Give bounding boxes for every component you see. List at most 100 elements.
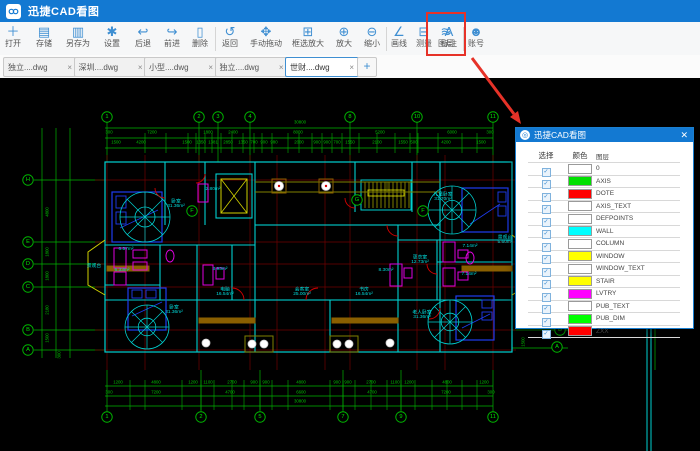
room-label: 景观台5.60m² xyxy=(498,235,513,245)
toolbar-button-back[interactable]: ↩后退 xyxy=(135,24,151,48)
grid-bubble-4: 4 xyxy=(244,111,255,122)
layer-name: LVTRY xyxy=(596,290,680,297)
dimension-text: 1100 xyxy=(390,381,399,385)
grid-bubble-F: F xyxy=(186,205,197,216)
layer-name: DEFPOINTS xyxy=(596,215,680,222)
dimension-text: 980 xyxy=(270,141,277,145)
grid-bubble-F: F xyxy=(417,205,428,216)
dimension-text: 1800 xyxy=(203,131,213,135)
column-layer: 图层 xyxy=(596,151,680,161)
dimension-text: 1800 xyxy=(46,247,50,257)
add-tab-button[interactable]: + xyxy=(357,57,377,77)
dimension-text: 7200 xyxy=(147,131,157,135)
dimension-text: 4200 xyxy=(136,141,146,145)
tab-5[interactable]: 世财....dwg× xyxy=(285,57,359,77)
layers-panel: ◎ 迅捷CAD看图 ✕ 选择 颜色 图层 ✓0✓AXIS✓DOTE✓AXIS_T… xyxy=(515,127,694,329)
dimension-text: 1350 xyxy=(196,141,206,145)
room-label: 7.14m² xyxy=(462,272,477,277)
dimension-text: 4700 xyxy=(367,391,377,395)
toolbar-button-forward[interactable]: ↪前进 xyxy=(164,24,180,48)
dimension-text: 2000 xyxy=(294,141,304,145)
toolbar-button-label: 后退 xyxy=(135,39,151,48)
toolbar-button-box-zoom[interactable]: ⊞框选放大 xyxy=(292,24,324,48)
dimension-text: 1200 xyxy=(404,381,414,385)
tab-label: 独立....dwg xyxy=(8,62,48,73)
forward-icon: ↪ xyxy=(164,24,180,39)
layer-row-ZXX[interactable]: ✓ZXX xyxy=(528,325,680,339)
dimension-text: 5200 xyxy=(375,131,385,135)
dimension-text: 7200 xyxy=(441,391,451,395)
toolbar-button-save[interactable]: ▤存储 xyxy=(36,24,52,48)
tab-2[interactable]: 深圳....dwg × xyxy=(74,57,148,77)
toolbar-button-settings[interactable]: ✱设置 xyxy=(104,24,120,48)
toolbar-button-account[interactable]: ☻账号 xyxy=(468,24,484,48)
room-label: 6.57m² xyxy=(119,247,134,252)
toolbar-button-label: 画线 xyxy=(391,39,407,48)
toolbar-button-return[interactable]: ↺返回 xyxy=(222,24,238,48)
layers-icon: ≋ xyxy=(438,24,454,39)
tab-3[interactable]: 小型....dwg× xyxy=(144,57,218,77)
close-icon[interactable]: ✕ xyxy=(680,130,688,141)
dimension-text: 4200 xyxy=(441,141,451,145)
grid-bubble-9: 9 xyxy=(395,411,406,422)
tab-1[interactable]: 独立....dwg × xyxy=(3,57,77,77)
layer-name: DOTE xyxy=(596,190,680,197)
tab-close-icon[interactable]: × xyxy=(67,63,72,72)
room-label: 更衣室12.73m² xyxy=(411,255,429,265)
grid-bubble-5: 5 xyxy=(254,411,265,422)
grid-bubble-H: H xyxy=(22,174,33,185)
dimension-text: 900 xyxy=(313,141,320,145)
toolbar-button-save-as[interactable]: ▥另存为 xyxy=(66,24,90,48)
layer-checkbox[interactable]: ✓ xyxy=(542,330,551,339)
toolbar-button-manual-drag[interactable]: ✥手动拖动 xyxy=(250,24,282,48)
tab-close-icon[interactable]: × xyxy=(208,63,213,72)
room-label: 8.30m² xyxy=(379,268,394,273)
dimension-text: 1800 xyxy=(46,271,50,281)
room-label: 卧室31.36m² xyxy=(167,199,185,209)
toolbar-button-label: 设置 xyxy=(104,39,120,48)
dimension-text: 1350 xyxy=(238,141,248,145)
dimension-text: 1500 xyxy=(182,141,192,145)
toolbar-button-label: 删除 xyxy=(192,39,208,48)
room-label: 书房16.54m² xyxy=(355,287,373,297)
toolbar-button-label: 前进 xyxy=(164,39,180,48)
dimension-text: 1500 xyxy=(476,141,486,145)
toolbar-button-label: 框选放大 xyxy=(292,39,324,48)
layer-name: AXIS_TEXT xyxy=(596,203,680,210)
dimension-text: 1500 xyxy=(46,333,50,343)
toolbar-button-draw-line[interactable]: ∠画线 xyxy=(391,24,407,48)
tab-4[interactable]: 独立....dwg × xyxy=(215,57,289,77)
room-label: 会客室25.00m² xyxy=(293,287,311,297)
tab-close-icon[interactable]: × xyxy=(349,63,354,72)
grid-bubble-2: 2 xyxy=(193,111,204,122)
dimension-text: 1500 xyxy=(522,337,526,347)
dimension-text: 2700 xyxy=(227,381,237,385)
toolbar-button-open[interactable]: ＋打开 xyxy=(5,24,21,48)
dimension-text: 7200 xyxy=(151,391,161,395)
tab-close-icon[interactable]: × xyxy=(279,63,284,72)
box-zoom-icon: ⊞ xyxy=(292,24,324,39)
tab-label: 独立....dwg xyxy=(220,62,260,73)
toolbar-button-delete[interactable]: ▯删除 xyxy=(192,24,208,48)
tab-close-icon[interactable]: × xyxy=(138,63,143,72)
open-icon: ＋ xyxy=(5,24,21,39)
toolbar-button-layers[interactable]: ≋图层 xyxy=(438,24,454,48)
toolbar-button-zoom-in[interactable]: ⊕放大 xyxy=(336,24,352,48)
toolbar-button-measure[interactable]: ⊟测量 xyxy=(416,24,432,48)
toolbar-button-zoom-out[interactable]: ⊖缩小 xyxy=(364,24,380,48)
dimension-text: 6600 xyxy=(296,391,306,395)
dimension-text: 1550 xyxy=(398,141,408,145)
layer-color-swatch xyxy=(568,326,592,336)
layer-name: PUB_DIM xyxy=(596,315,680,322)
toolbar-button-label: 存储 xyxy=(36,39,52,48)
grid-bubble-D: D xyxy=(22,258,33,269)
app-logo-icon xyxy=(6,4,21,19)
dimension-text: 900 xyxy=(333,381,340,385)
grid-bubble-2: 2 xyxy=(195,411,206,422)
dimension-text: 2100 xyxy=(372,141,382,145)
toolbar-button-label: 账号 xyxy=(468,39,484,48)
dimension-text: 6000 xyxy=(447,131,457,135)
layers-panel-header[interactable]: ◎ 迅捷CAD看图 ✕ xyxy=(516,128,693,142)
room-label: 儿童卧室31.70m² xyxy=(433,192,452,202)
tab-label: 深圳....dwg xyxy=(79,62,119,73)
